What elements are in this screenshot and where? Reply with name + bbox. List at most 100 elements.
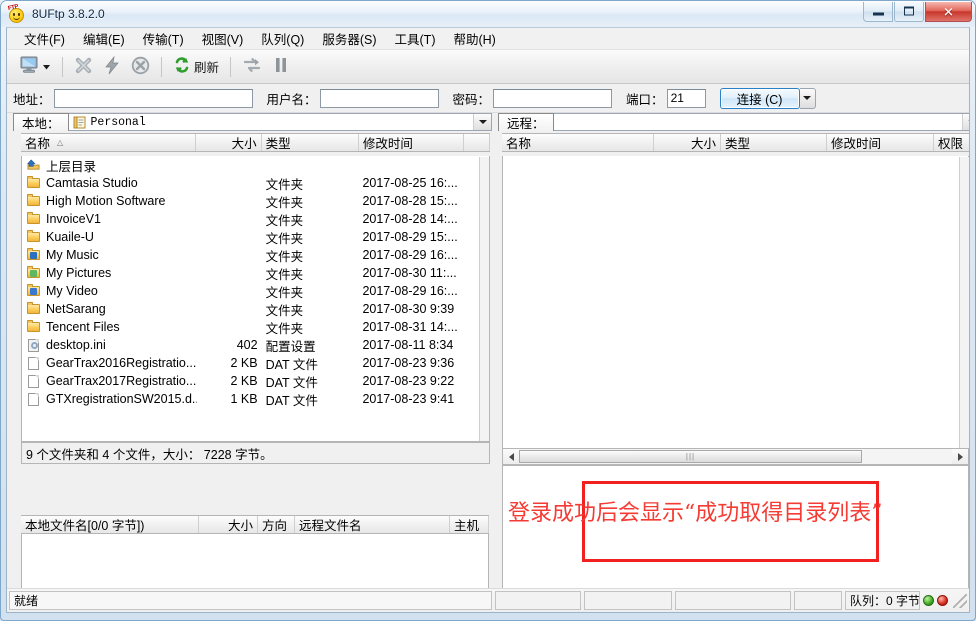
menu-server[interactable]: 服务器(S) [313,28,385,51]
address-input[interactable] [53,88,253,108]
maximize-button[interactable] [894,2,924,22]
table-row[interactable]: GearTrax2016Registratio... 2 KB DAT 文件 2017… [22,354,489,372]
ini-file-icon [26,338,42,352]
local-cell-modified: 2017-08-11 8:34 [362,338,454,352]
local-cell-size: 2 KB [230,374,258,388]
port-input[interactable] [666,88,706,108]
table-row[interactable]: Camtasia Studio 文件夹 2017-08-25 16:... [22,174,489,192]
remote-vertical-scrollbar[interactable] [959,157,969,448]
scroll-thumb[interactable]: ||| [519,450,862,463]
local-column-header[interactable] [464,134,490,151]
table-row[interactable]: desktop.ini 402 配置设置 2017-08-11 8:34 [22,336,489,354]
password-input[interactable] [493,88,613,108]
local-cell-type: 文件夹 [265,321,304,336]
quick-connect-button[interactable] [99,54,125,80]
refresh-button[interactable]: 刷新 [169,54,223,80]
pause-button[interactable] [268,54,294,80]
connect-dropdown-button[interactable] [799,87,816,109]
local-column-label: 类型 [265,137,291,151]
resize-grip-icon[interactable] [953,593,967,608]
table-row[interactable]: Tencent Files 文件夹 2017-08-31 14:... [22,318,489,336]
local-column-header[interactable]: 名称 △ [21,134,197,151]
folder-icon [26,230,42,244]
sort-ascending-icon: △ [57,138,64,147]
local-column-header[interactable]: 类型 [262,134,359,151]
remote-file-list[interactable] [502,156,969,449]
chevron-down-icon[interactable] [42,60,51,74]
status-led-red [937,595,948,606]
menu-transfer[interactable]: 传输(T) [134,28,193,51]
table-row[interactable]: GTXregistrationSW2015.d... 1 KB DAT 文件 2017… [22,390,489,408]
site-manager-button[interactable] [15,54,55,80]
minimize-button[interactable] [863,2,893,22]
remote-column-label: 类型 [725,137,751,151]
local-cell-name: GTXregistrationSW2015.d... [22,392,197,406]
queue-column-header[interactable]: 本地文件名[0/0 字节]) [21,516,199,533]
table-row[interactable]: NetSarang 文件夹 2017-08-30 9:39 [22,300,489,318]
table-row[interactable]: Kuaile-U 文件夹 2017-08-29 15:... [22,228,489,246]
local-column-header[interactable]: 大小 [196,134,262,151]
local-vertical-scrollbar[interactable] [479,157,489,441]
queue-column-header[interactable]: 主机 [450,516,489,533]
status-cell-5 [794,591,842,610]
transfer-button[interactable] [238,54,266,80]
menu-file[interactable]: 文件(F) [15,28,74,51]
app-window: FTP 8UFtp 3.8.2.0 ✕ 文件(F) 编辑(E) 传输(T) 视图… [0,0,976,621]
local-path-dropdown[interactable] [473,114,491,130]
remote-path-combo[interactable] [552,113,969,131]
address-label: 地址： [13,92,51,107]
local-file-list[interactable]: 上层目录 Camtasia Studio 文件夹 2017-08-25 16:... H… [21,156,490,442]
remote-column-label: 权限 [938,137,964,151]
scroll-right-button[interactable] [952,449,968,464]
remote-column-header[interactable]: 权限 [934,134,969,151]
local-column-header[interactable]: 修改时间 [359,134,464,151]
queue-column-header[interactable]: 方向 [258,516,295,533]
table-row[interactable]: High Motion Software 文件夹 2017-08-28 15:... [22,192,489,210]
disconnect-button[interactable] [70,54,97,80]
window-title: 8UFtp 3.8.2.0 [32,7,105,21]
remote-path-dropdown[interactable] [962,114,969,130]
table-row[interactable]: My Video 文件夹 2017-08-29 16:... [22,282,489,300]
remote-column-header[interactable]: 名称 [502,134,654,151]
minimize-icon [864,6,892,17]
table-row[interactable]: GearTrax2017Registratio... 2 KB DAT 文件 2017… [22,372,489,390]
remote-column-header[interactable]: 修改时间 [827,134,934,151]
stop-button[interactable] [127,54,154,80]
stop-circle-icon [131,56,150,78]
local-path-combo[interactable]: Personal [67,113,492,131]
queue-column-header[interactable]: 大小 [199,516,258,533]
menu-tools[interactable]: 工具(T) [386,28,445,51]
scroll-left-button[interactable] [503,449,519,464]
menu-queue[interactable]: 队列(Q) [252,28,313,51]
status-led-green [923,595,934,606]
remote-column-header[interactable]: 类型 [721,134,827,151]
table-row[interactable]: My Pictures 文件夹 2017-08-30 11:... [22,264,489,282]
menu-help[interactable]: 帮助(H) [444,28,504,51]
folder-personal-icon [73,116,87,129]
close-icon: ✕ [943,4,954,19]
local-cell-name: InvoiceV1 [22,212,197,226]
table-row[interactable]: 上层目录 [22,156,489,174]
username-input[interactable] [319,88,439,108]
local-file-name: Camtasia Studio [46,176,138,190]
remote-horizontal-scrollbar[interactable]: ||| [502,449,969,465]
table-row[interactable]: My Music 文件夹 2017-08-29 16:... [22,246,489,264]
local-cell-modified: 2017-08-23 9:22 [362,374,455,388]
queue-column-header[interactable]: 远程文件名 [295,516,450,533]
refresh-icon [173,56,191,77]
menu-view[interactable]: 视图(V) [193,28,253,51]
close-button[interactable]: ✕ [925,2,972,22]
table-row[interactable]: InvoiceV1 文件夹 2017-08-28 14:... [22,210,489,228]
local-file-name: NetSarang [46,302,106,316]
local-file-name: GTXregistrationSW2015.d... [46,392,197,406]
local-file-name: High Motion Software [46,194,166,208]
remote-column-header[interactable]: 大小 [654,134,721,151]
toolbar-separator-3 [230,56,232,77]
connect-button[interactable]: 连接 (C) [719,87,800,109]
scroll-track[interactable]: ||| [519,449,952,464]
local-cell-type: DAT 文件 [265,357,318,372]
pause-icon [274,56,288,77]
queue-column-label: 主机 [454,519,480,533]
grip-icon: ||| [685,451,696,461]
menu-edit[interactable]: 编辑(E) [74,28,134,51]
